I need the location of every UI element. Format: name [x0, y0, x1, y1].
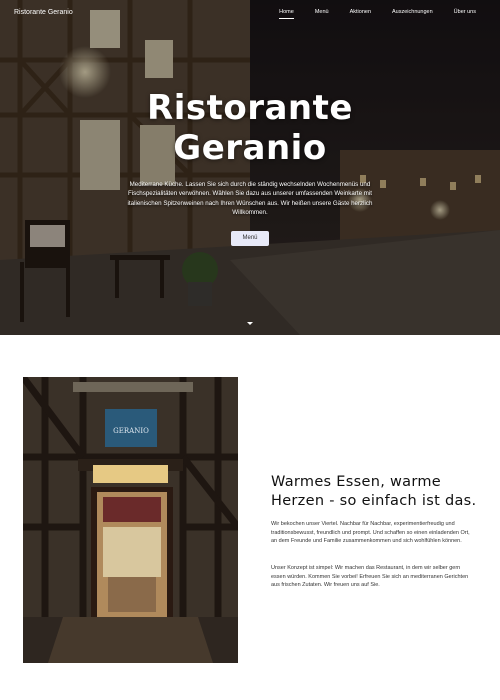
site-brand[interactable]: Ristorante Geranio: [14, 9, 73, 16]
hero-description: Mediterrane Küche. Lassen Sie sich durch…: [127, 181, 373, 216]
about-paragraph-2: Unser Konzept ist simpel: Wir machen das…: [271, 565, 469, 589]
hero-title-line-2: Geranio: [173, 128, 327, 168]
nav-auszeichnungen[interactable]: Auszeichnungen: [392, 9, 433, 15]
restaurant-sign: GERANIO: [113, 427, 149, 435]
nav-home[interactable]: Home: [279, 9, 294, 19]
hero-title: Ristorante Geranio: [0, 88, 500, 168]
main-nav: Home Menü Aktionen Auszeichnungen Über u…: [258, 9, 476, 19]
restaurant-entrance-image: GERANIO: [23, 377, 238, 663]
nav-aktionen[interactable]: Aktionen: [350, 9, 371, 15]
hero-section: Ristorante Geranio Home Menü Aktionen Au…: [0, 0, 500, 335]
hero-title-line-1: Ristorante: [147, 88, 353, 128]
scroll-down-icon[interactable]: [247, 322, 253, 325]
top-navigation-bar: Ristorante Geranio Home Menü Aktionen Au…: [0, 0, 500, 28]
restaurant-entrance-photo: GERANIO: [23, 377, 238, 663]
hero-menu-button[interactable]: Menü: [231, 231, 269, 246]
nav-menu[interactable]: Menü: [315, 9, 329, 15]
about-paragraph-1: Wir bekochen unser Viertel. Nachbar für …: [271, 521, 470, 545]
about-title: Warmes Essen, warme Herzen - so einfach …: [271, 474, 477, 509]
nav-ueber-uns[interactable]: Über uns: [454, 9, 476, 15]
